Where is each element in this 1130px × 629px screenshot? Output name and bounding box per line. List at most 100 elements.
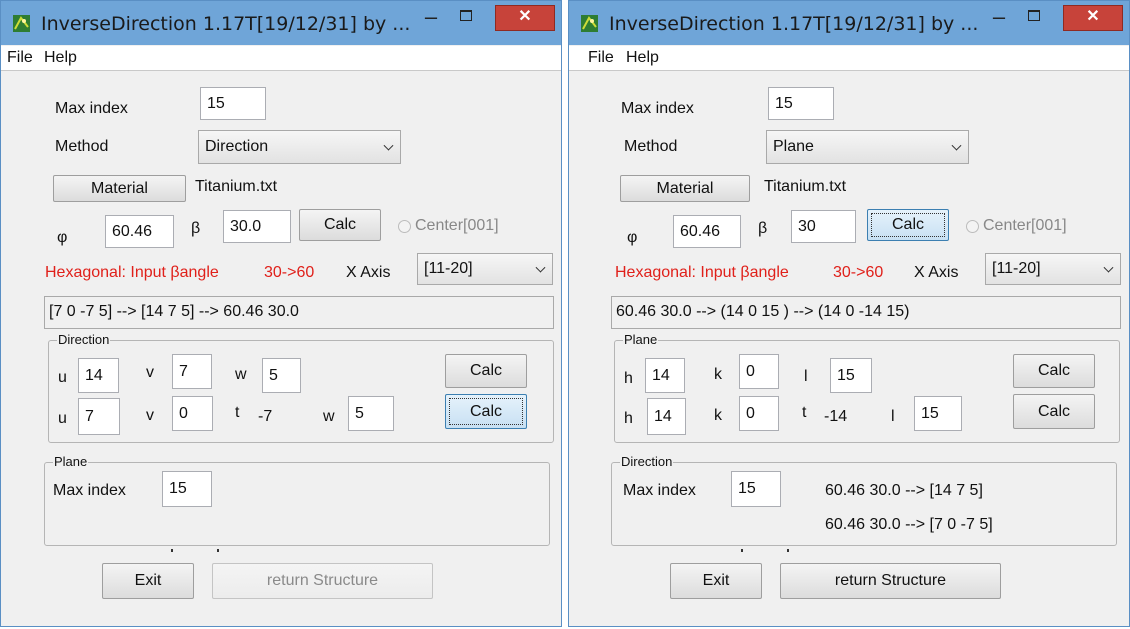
x-axis-select[interactable]: [11-20] — [417, 253, 553, 285]
l-input[interactable] — [830, 358, 872, 393]
plane-max-index-label: Max index — [53, 482, 126, 499]
direction-max-index-input[interactable] — [731, 471, 781, 507]
calc-angle-button[interactable]: Calc — [867, 209, 949, 241]
title-bar[interactable]: InverseDirection 1.17T[19/12/31] by ... … — [1, 1, 561, 45]
u4-input[interactable] — [78, 398, 120, 435]
l-label: l — [804, 368, 808, 385]
material-file-name: Titanium.txt — [764, 178, 847, 195]
minimize-icon[interactable]: – — [416, 5, 446, 31]
direction-max-index-label: Max index — [623, 482, 696, 499]
maximize-icon[interactable] — [1019, 5, 1049, 31]
close-icon[interactable]: ✕ — [495, 5, 555, 31]
k4-input[interactable] — [739, 396, 779, 431]
w-input[interactable] — [262, 358, 301, 393]
return-structure-button[interactable]: return Structure — [780, 563, 1001, 599]
x-axis-select-value: [11-20] — [992, 260, 1041, 277]
beta-label: β — [758, 220, 768, 237]
render-artifact — [787, 549, 789, 552]
x-axis-select[interactable]: [11-20] — [985, 253, 1121, 285]
method-label: Method — [624, 138, 678, 155]
result-display: [7 0 -7 5] --> [14 7 5] --> 60.46 30.0 — [44, 296, 554, 329]
k-label: k — [714, 366, 722, 383]
max-index-input[interactable] — [768, 87, 834, 120]
l4-input[interactable] — [914, 396, 962, 431]
beta-input[interactable] — [791, 210, 856, 243]
plane-max-index-input[interactable] — [162, 471, 212, 507]
chevron-down-icon — [535, 262, 546, 273]
close-icon[interactable]: ✕ — [1063, 5, 1123, 31]
v4-input[interactable] — [172, 396, 213, 431]
exit-button[interactable]: Exit — [670, 563, 762, 599]
w4-label: w — [323, 408, 335, 425]
w-label: w — [235, 366, 247, 383]
method-select[interactable]: Direction — [198, 130, 401, 164]
t-label: t — [802, 404, 807, 421]
t-value: -7 — [258, 408, 273, 425]
calc-angle-button[interactable]: Calc — [299, 209, 381, 241]
inverse-direction-window-plane: InverseDirection 1.17T[19/12/31] by ... … — [568, 0, 1130, 627]
menu-help[interactable]: Help — [44, 49, 77, 67]
app-icon — [581, 15, 598, 32]
h4-input[interactable] — [647, 398, 686, 435]
h-label: h — [624, 370, 633, 387]
u-input[interactable] — [78, 358, 119, 393]
material-button[interactable]: Material — [53, 175, 186, 202]
result-display: 60.46 30.0 --> (14 0 15 ) --> (14 0 -14 … — [611, 296, 1121, 329]
max-index-label: Max index — [621, 100, 694, 117]
u4-label: u — [58, 410, 67, 427]
return-structure-button[interactable]: return Structure — [212, 563, 433, 599]
menu-bar: File Help — [569, 46, 1129, 71]
material-button[interactable]: Material — [620, 175, 750, 202]
phi-label: φ — [627, 229, 638, 246]
method-label: Method — [55, 138, 109, 155]
render-artifact — [217, 549, 219, 552]
result-text: 60.46 30.0 --> (14 0 15 ) --> (14 0 -14 … — [616, 303, 910, 320]
max-index-input[interactable] — [200, 87, 266, 120]
x-axis-select-value: [11-20] — [424, 260, 473, 277]
calc-4index-button[interactable]: Calc — [445, 394, 527, 429]
calc-plane-button[interactable]: Calc — [1013, 354, 1095, 388]
chevron-down-icon — [1103, 262, 1114, 273]
method-select-value: Direction — [205, 138, 269, 155]
center-radio[interactable] — [398, 220, 411, 233]
method-select[interactable]: Plane — [766, 130, 969, 164]
phi-input[interactable] — [673, 215, 741, 248]
k4-label: k — [714, 407, 722, 424]
angle-range-note: 30->60 — [833, 264, 884, 281]
t-value: -14 — [824, 408, 848, 425]
menu-file[interactable]: File — [588, 49, 614, 67]
exit-button[interactable]: Exit — [102, 563, 194, 599]
menu-help[interactable]: Help — [626, 49, 659, 67]
calc-direction-button[interactable]: Calc — [445, 354, 527, 388]
plane-group: Plane — [44, 454, 550, 546]
center-label: Center[001] — [415, 217, 499, 234]
menu-file[interactable]: File — [7, 49, 33, 67]
w4-input[interactable] — [348, 396, 394, 431]
t-label: t — [235, 404, 240, 421]
hexagonal-note: Hexagonal: Input βangle — [45, 264, 219, 281]
l4-label: l — [891, 408, 895, 425]
title-bar[interactable]: InverseDirection 1.17T[19/12/31] by ... … — [569, 1, 1129, 45]
h-input[interactable] — [645, 358, 685, 393]
center-label: Center[001] — [983, 217, 1067, 234]
k-input[interactable] — [739, 354, 779, 389]
direction-group-title: Direction — [620, 454, 674, 469]
center-radio[interactable] — [966, 220, 979, 233]
angle-range-note: 30->60 — [264, 264, 315, 281]
v-label: v — [146, 364, 154, 381]
window-title: InverseDirection 1.17T[19/12/31] by ... — [609, 13, 979, 35]
calc-4index-button[interactable]: Calc — [1013, 394, 1095, 429]
beta-label: β — [191, 220, 201, 237]
result-text: [7 0 -7 5] --> [14 7 5] --> 60.46 30.0 — [49, 303, 299, 320]
direction-result-4index: 60.46 30.0 --> [7 0 -7 5] — [825, 516, 993, 533]
maximize-icon[interactable] — [451, 5, 481, 31]
v-input[interactable] — [172, 354, 212, 389]
inverse-direction-window-direction: InverseDirection 1.17T[19/12/31] by ... … — [0, 0, 562, 627]
minimize-icon[interactable]: – — [984, 5, 1014, 31]
direction-group-title: Direction — [57, 332, 111, 347]
plane-group-title: Plane — [623, 332, 659, 347]
phi-input[interactable] — [105, 215, 174, 248]
hexagonal-note: Hexagonal: Input βangle — [615, 264, 789, 281]
beta-input[interactable] — [223, 210, 291, 243]
chevron-down-icon — [951, 140, 962, 151]
